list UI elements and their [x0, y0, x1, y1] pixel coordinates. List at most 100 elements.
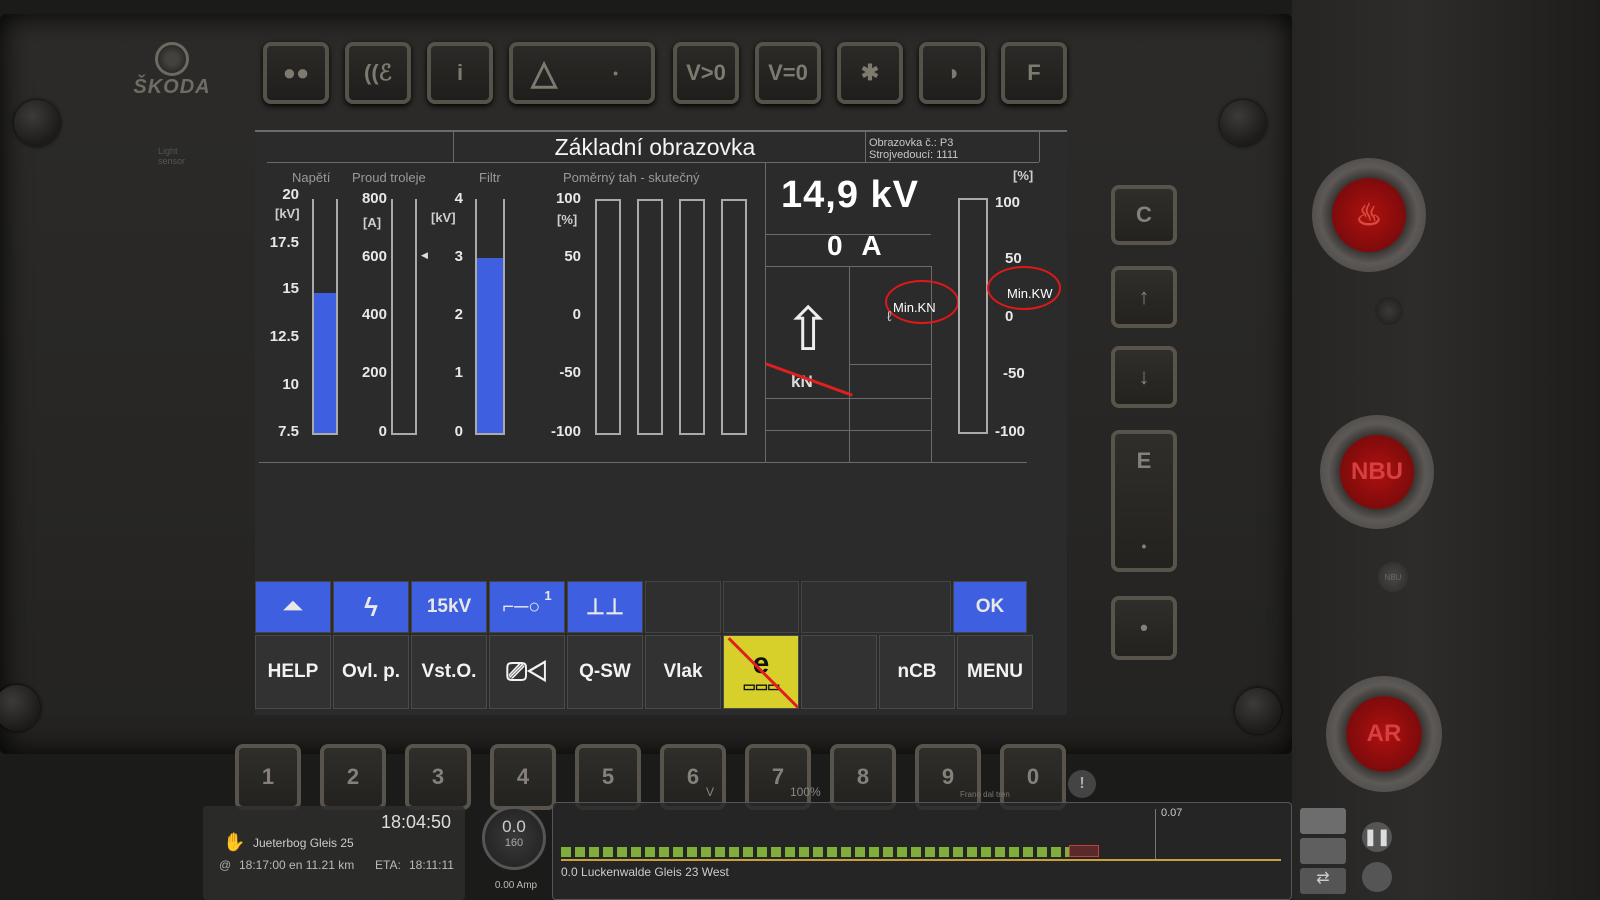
number-label: 0	[1026, 764, 1040, 789]
info-button[interactable]: i	[427, 42, 493, 104]
number-label: 5	[601, 764, 615, 789]
number-label: 3	[431, 764, 445, 789]
fire-alarm-button[interactable]: ♨	[1312, 158, 1426, 272]
overlay-frano-label: Frano dal tren	[960, 790, 1010, 799]
arrow-up-icon: ↑	[1138, 284, 1150, 309]
driver-id: Strojvedoucí: 1111	[869, 149, 959, 161]
number-button-8[interactable]: 8	[830, 744, 896, 810]
speedometer: 0.0 160	[482, 806, 546, 870]
pantograph-up-button[interactable]: ⏶	[255, 581, 331, 633]
menu-button[interactable]: MENU	[957, 635, 1033, 709]
e-train-button[interactable]: e ▭▭▭	[723, 635, 799, 709]
tick-label: 200	[361, 364, 387, 381]
switch-icon: ⌐─○	[502, 595, 541, 618]
horn-button[interactable]: ((ℰ	[345, 42, 411, 104]
nbu-button[interactable]: NBU	[1320, 415, 1434, 529]
v-equals-zero-button[interactable]: V=0	[755, 42, 821, 104]
v-greater-zero-button[interactable]: V>0	[673, 42, 739, 104]
dot-icon: •	[613, 65, 619, 81]
horn-icon: ((ℰ	[364, 60, 392, 85]
e-button[interactable]: E •	[1111, 430, 1177, 572]
train-button[interactable]: Vlak	[645, 635, 721, 709]
map-icon[interactable]	[1300, 808, 1346, 834]
track-marker-label: 0.07	[1161, 807, 1183, 819]
brightness-button[interactable]: ✱	[837, 42, 903, 104]
notebook-icon[interactable]	[1300, 838, 1346, 864]
e-label: E	[1136, 448, 1152, 473]
contrast-button[interactable]: ◑	[919, 42, 985, 104]
alert-icon[interactable]: !	[1068, 770, 1096, 798]
status-slot-6[interactable]	[645, 581, 721, 633]
tractive-bar-1	[595, 199, 621, 435]
light-sensor-label: Light sensor	[158, 146, 186, 166]
inputs-label: Vst.O.	[421, 661, 477, 682]
info-icon: i	[456, 60, 464, 85]
lamp-button[interactable]: ●●	[263, 42, 329, 104]
warning-button[interactable]: △ •	[509, 42, 655, 104]
camera-view-icon[interactable]	[1362, 862, 1392, 892]
ar-label: AR	[1366, 720, 1402, 747]
help-button[interactable]: HELP	[255, 635, 331, 709]
tick-label: 3	[454, 248, 463, 265]
number-button-2[interactable]: 2	[320, 744, 386, 810]
current-marker-icon: ◀	[421, 250, 428, 260]
ncb-button[interactable]: nCB	[879, 635, 955, 709]
main-breaker-button[interactable]: ϟ	[333, 581, 409, 633]
eta-label: ETA:	[375, 858, 401, 872]
tick-label: 400	[361, 306, 387, 323]
number-button-6[interactable]: 6	[660, 744, 726, 810]
schedule-info: 18:17:00 en 11.21 km	[239, 858, 355, 872]
tick-label: 7.5	[278, 423, 299, 440]
control-panel-button[interactable]: Ovl. p.	[333, 635, 409, 709]
voltage-system-button[interactable]: 15kV	[411, 581, 487, 633]
logo-text: ŠKODA	[133, 76, 211, 98]
down-button[interactable]: ↓	[1111, 346, 1177, 408]
tick-label: 50	[564, 248, 581, 265]
tractive-unit: [%]	[557, 212, 578, 227]
status-slot-8[interactable]	[801, 581, 951, 633]
status-slot-7[interactable]	[723, 581, 799, 633]
number-button-4[interactable]: 4	[490, 744, 556, 810]
filter-gauge-label: Filtr	[479, 170, 501, 185]
hud-info-panel: 18:04:50 ✋ Jueterbog Gleis 25 @ 18:17:00…	[203, 806, 465, 900]
voltage-readout: 14,9 kV	[781, 174, 919, 216]
coupling-button[interactable]: ⊥⊥	[567, 581, 643, 633]
dot-icon: •	[1141, 538, 1147, 554]
f-button[interactable]: F	[1001, 42, 1067, 104]
number-button-7[interactable]: 7	[745, 744, 811, 810]
camera-button[interactable]: ⎚◁	[489, 635, 565, 709]
tick-label: 0	[572, 306, 581, 323]
switch-track-icon[interactable]: ⇄	[1300, 868, 1346, 894]
tick-label: 100	[555, 190, 581, 207]
power-unit: [%]	[1013, 168, 1034, 183]
speed-value: 0.0	[502, 817, 526, 836]
amp-readout: 0.00 Amp	[494, 880, 538, 891]
tick-label: -50	[1003, 365, 1025, 382]
number-button-5[interactable]: 5	[575, 744, 641, 810]
dot-button[interactable]: •	[1111, 596, 1177, 660]
number-button-9[interactable]: 9	[915, 744, 981, 810]
c-button[interactable]: C	[1111, 185, 1177, 245]
pause-icon[interactable]: ❚❚	[1362, 822, 1392, 852]
number-label: 4	[516, 764, 530, 789]
number-button-1[interactable]: 1	[235, 744, 301, 810]
screw-icon	[1220, 100, 1266, 146]
ok-button[interactable]: OK	[953, 581, 1027, 633]
voltage-system-label: 15kV	[426, 596, 472, 617]
inputs-button[interactable]: Vst.O.	[411, 635, 487, 709]
q-sw-button[interactable]: Q-SW	[567, 635, 643, 709]
camera-icon: ⎚◁	[506, 656, 548, 686]
tick-label: -50	[559, 364, 581, 381]
ar-button[interactable]: AR	[1326, 676, 1442, 792]
track-location: 0.0 Luckenwalde Gleis 23 West	[561, 865, 729, 879]
number-button-0[interactable]: 0	[1000, 744, 1066, 810]
tick-label: 17.5	[269, 234, 299, 251]
screen-number: Obrazovka č.: P3	[869, 137, 954, 149]
switch-button[interactable]: ⌐─○ 1	[489, 581, 565, 633]
menu-slot-empty[interactable]	[801, 635, 877, 709]
up-button[interactable]: ↑	[1111, 266, 1177, 328]
tick-label: 800	[361, 190, 387, 207]
tick-label: -100	[995, 423, 1026, 440]
number-button-3[interactable]: 3	[405, 744, 471, 810]
screw-icon	[1235, 688, 1281, 734]
